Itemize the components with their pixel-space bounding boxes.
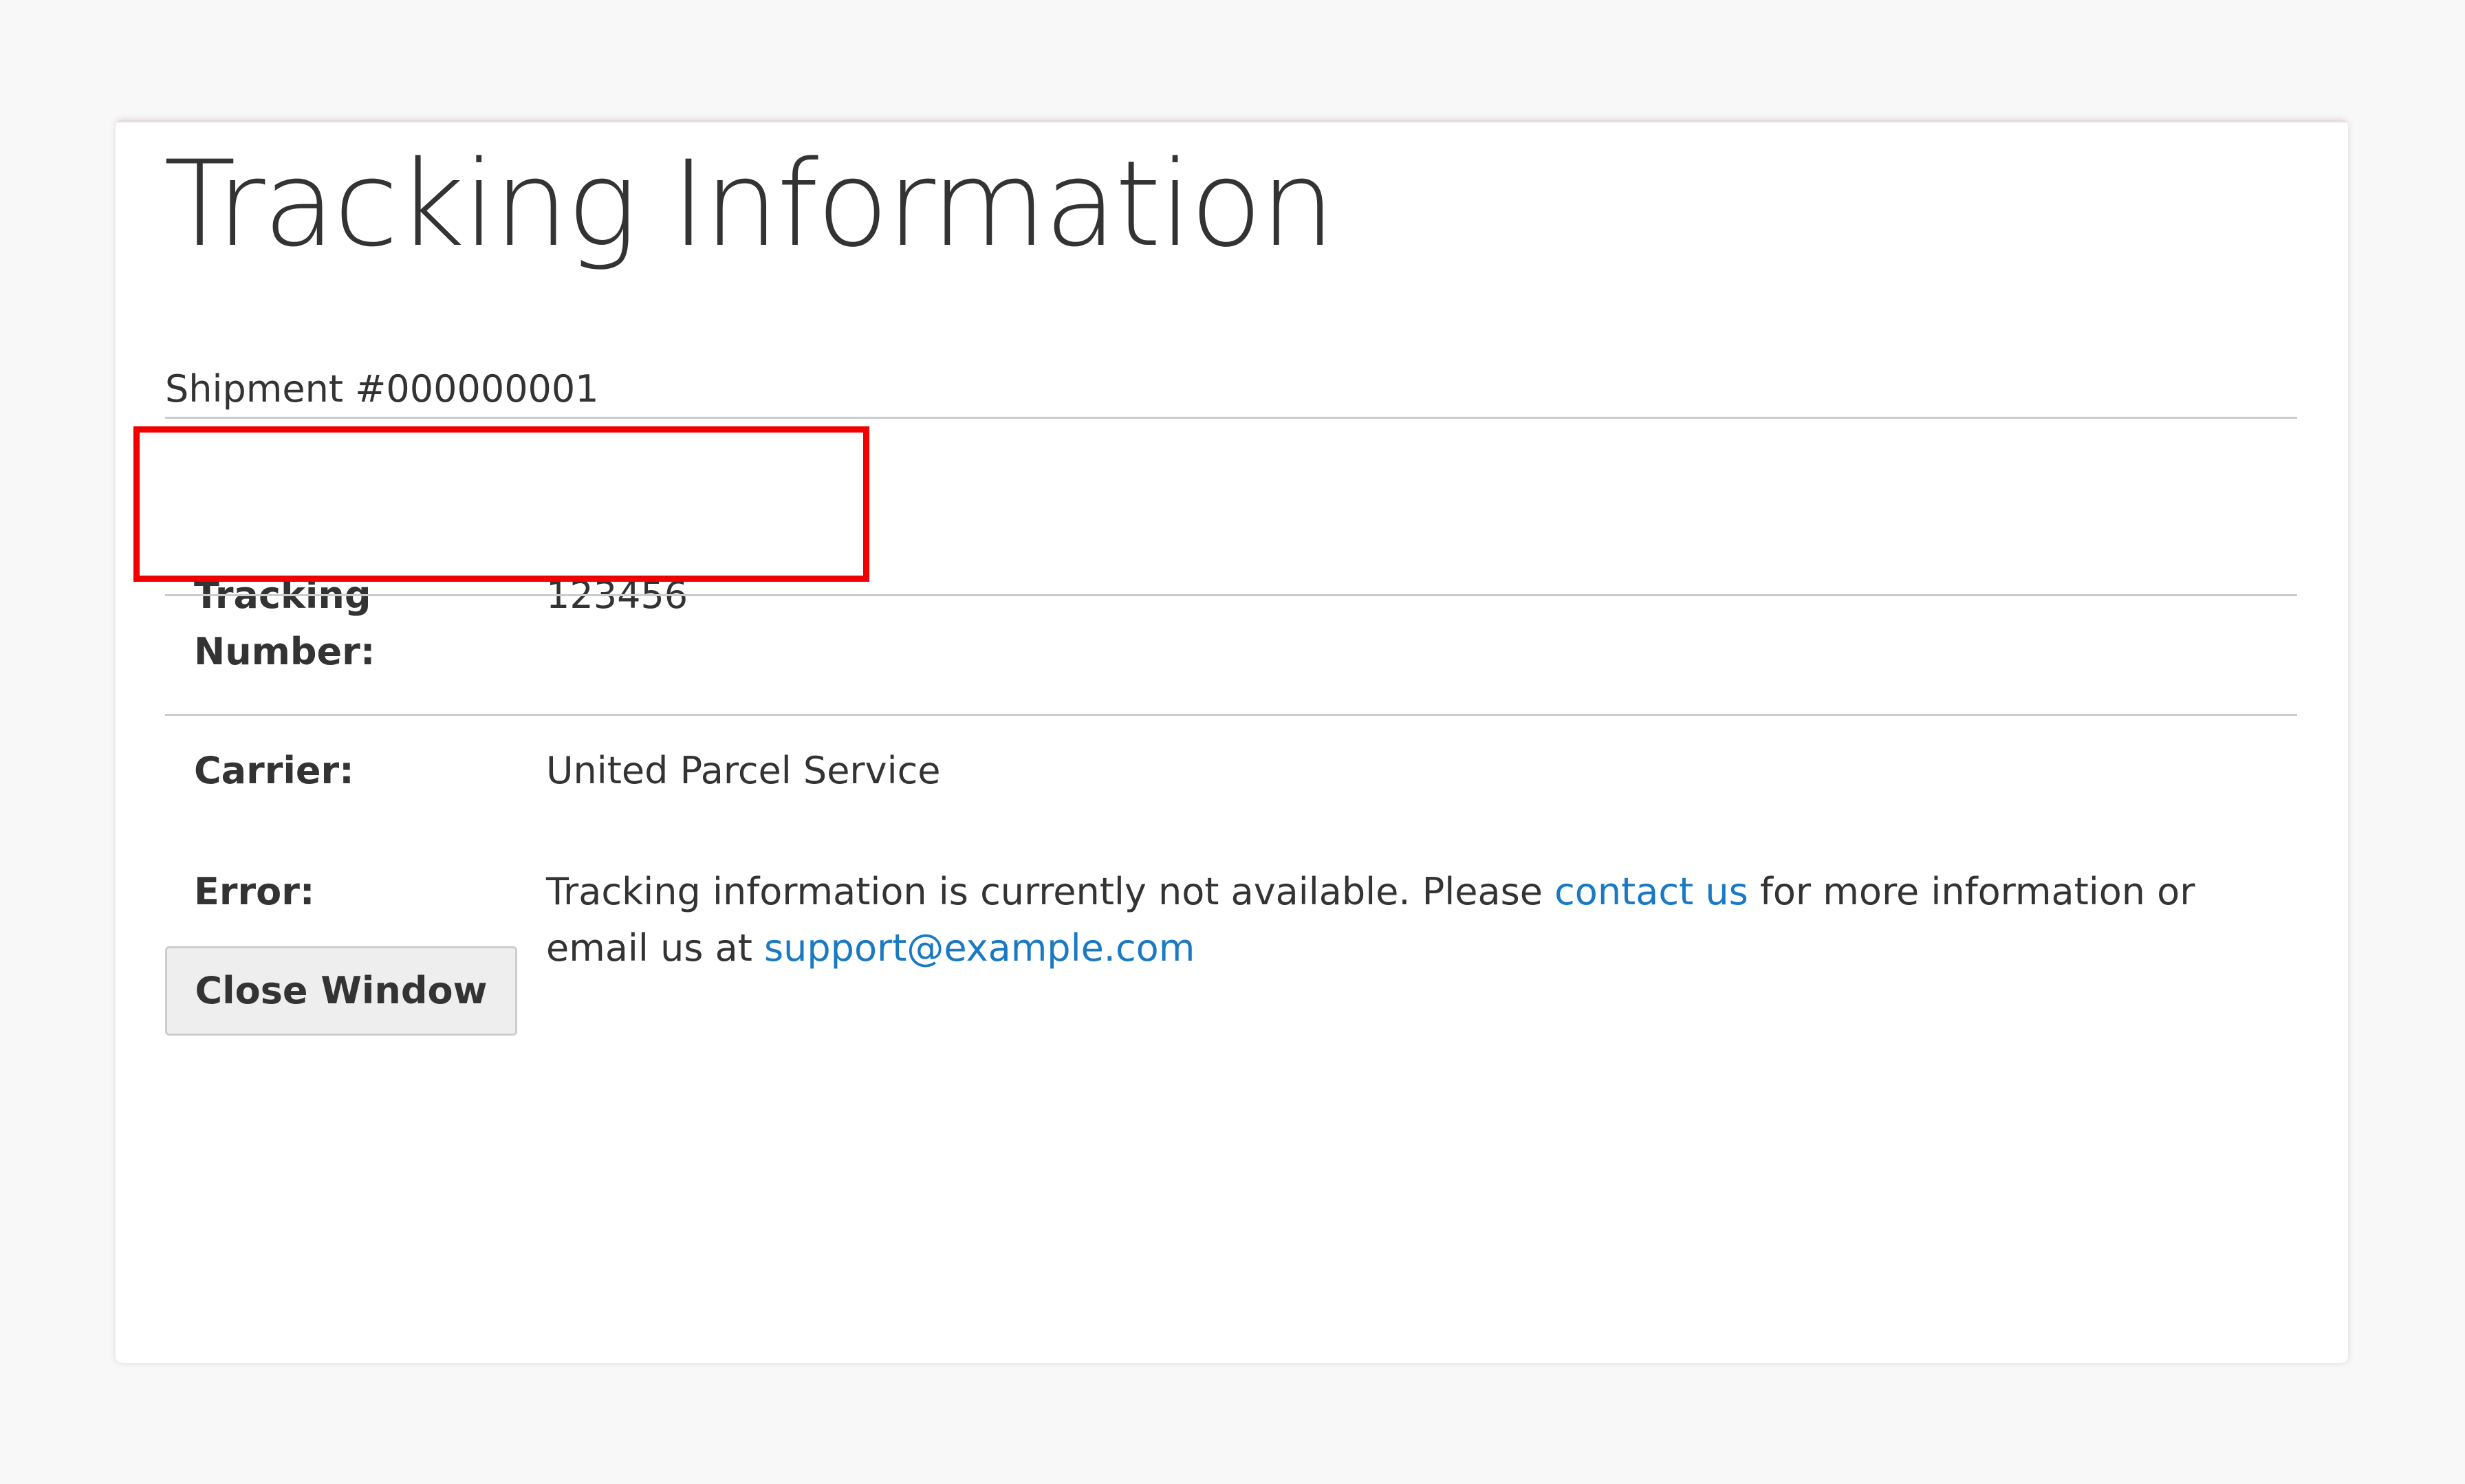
tracking-popup: Tracking Information Shipment #000000001… — [116, 120, 2348, 1363]
contact-us-link[interactable]: contact us — [1554, 870, 1748, 913]
carrier-value: United Parcel Service — [546, 749, 941, 792]
tracking-number-label: Tracking Number: — [194, 574, 376, 673]
error-message-text-before: Tracking information is currently not av… — [546, 870, 1555, 913]
error-label: Error: — [194, 870, 315, 913]
shipment-title: Shipment #000000001 — [165, 367, 599, 411]
tracking-row-divider — [165, 594, 2297, 596]
carrier-label: Carrier: — [194, 749, 354, 792]
error-message: Tracking information is currently not av… — [546, 864, 2266, 976]
card-top-border — [116, 120, 2348, 122]
page-title: Tracking Information — [164, 135, 1335, 273]
shipment-divider — [165, 417, 2297, 419]
carrier-row-divider — [165, 714, 2297, 716]
close-window-button[interactable]: Close Window — [165, 946, 517, 1036]
support-email-link[interactable]: support@example.com — [764, 926, 1195, 970]
